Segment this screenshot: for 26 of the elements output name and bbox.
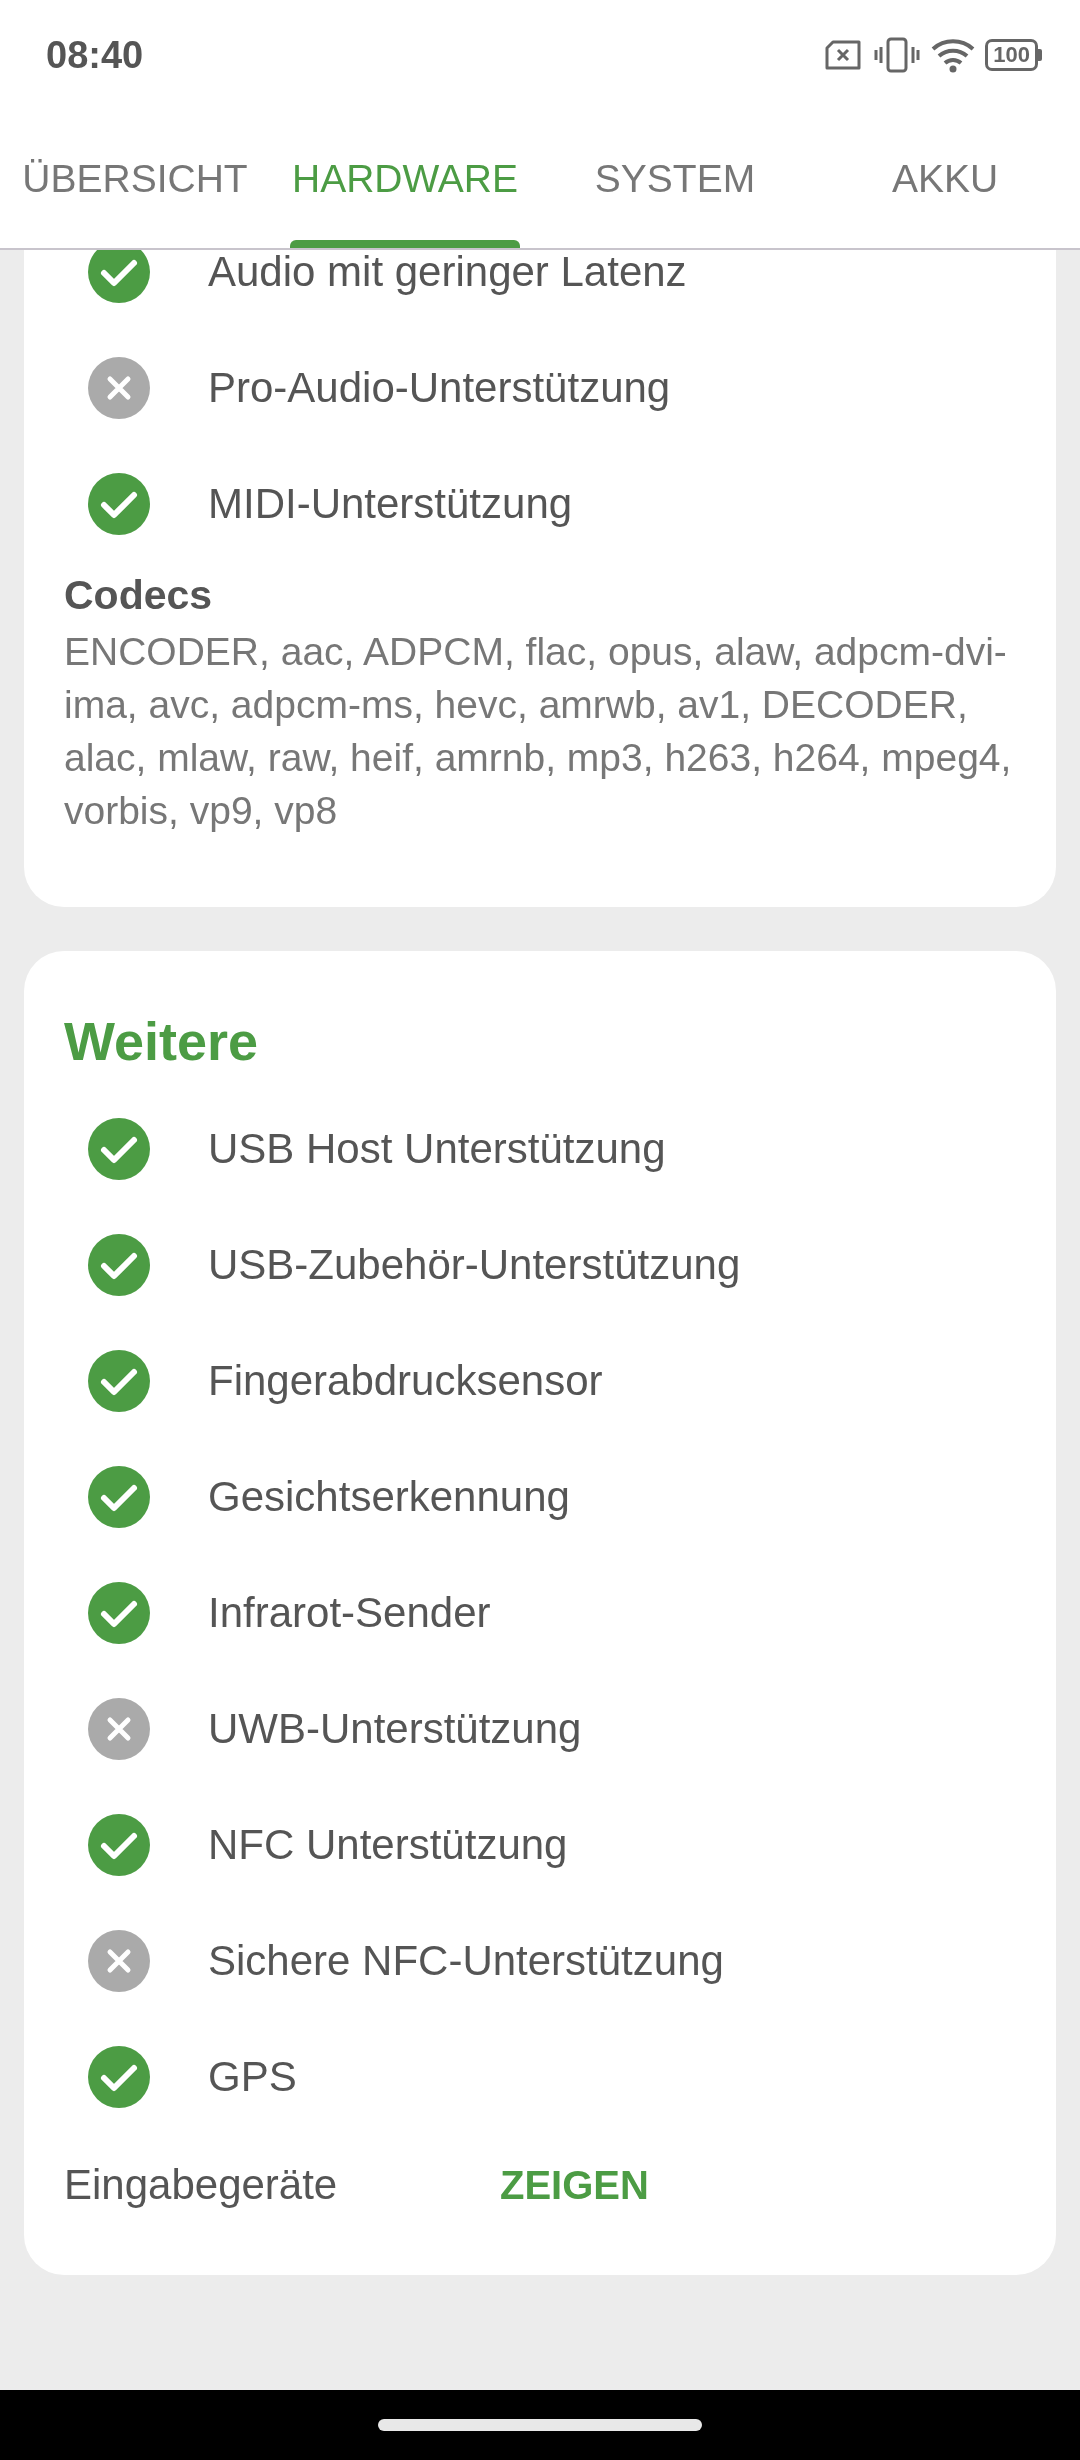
tab[interactable]: AKKU (810, 110, 1080, 248)
codecs-list: ENCODER, aac, ADPCM, flac, opus, alaw, adpcm-dvi-ima, avc, adpcm-ms, hevc, amrwb, av1, DECODER, alac, mlaw, raw, heif, amrnb, mp3, h263, h264, mpeg4, vorbis, vp9, vp8 (64, 625, 1016, 837)
feature-label: UWB-Unterstützung (208, 1705, 582, 1753)
feature-label: Pro-Audio-Unterstützung (208, 364, 671, 412)
feature-label: Sichere NFC-Unterstützung (208, 1937, 724, 1985)
feature-label: Gesichtserkennung (208, 1473, 570, 1521)
feature-label: Infrarot-Sender (208, 1589, 491, 1637)
show-button[interactable]: ZEIGEN (500, 2162, 649, 2208)
feature-label: USB Host Unterstützung (208, 1125, 666, 1173)
home-handle[interactable] (378, 2419, 702, 2431)
vibrate-icon (873, 37, 922, 73)
codecs-heading: Codecs (64, 572, 214, 619)
feature-label: Audio mit geringer Latenz (208, 250, 687, 296)
tab[interactable]: SYSTEM (540, 110, 810, 248)
feature-label: USB-Zubehör-Unterstützung (208, 1241, 741, 1289)
wifi-icon (931, 37, 976, 73)
tab[interactable]: HARDWARE (270, 110, 540, 248)
tab[interactable]: ÜBERSICHT (0, 110, 270, 248)
feature-label: Fingerabdrucksensor (208, 1357, 603, 1405)
status-time: 08:40 (46, 33, 144, 77)
input-devices-label: Eingabegeräte (64, 2161, 339, 2209)
section-title: Weitere (64, 1010, 260, 1073)
feature-label: MIDI-Unterstützung (208, 480, 573, 528)
sim-off-icon (823, 39, 864, 71)
feature-label: NFC Unterstützung (208, 1821, 568, 1869)
feature-label: GPS (208, 2053, 297, 2101)
